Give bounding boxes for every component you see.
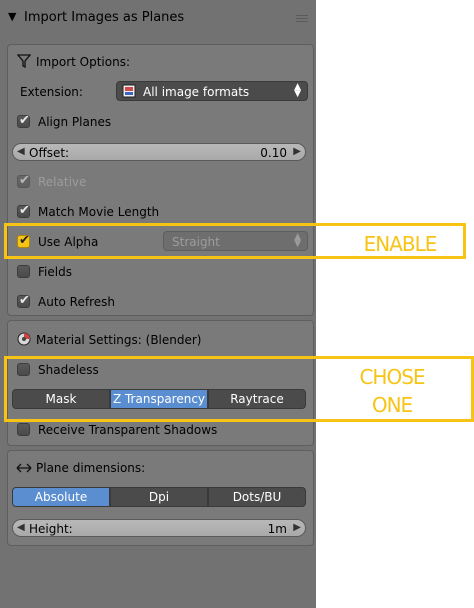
extension-select[interactable]: All image formats ▲ ▼ xyxy=(116,81,308,101)
checkmark-icon: ✔ xyxy=(19,173,30,188)
relative-checkbox[interactable]: ✔ xyxy=(17,173,30,188)
decrement-arrow-icon[interactable]: ◀ xyxy=(17,146,25,157)
panel-header[interactable]: ▼ Import Images as Planes xyxy=(0,6,316,34)
dimension-absolute-button[interactable]: Absolute xyxy=(12,487,110,507)
double-arrow-icon xyxy=(16,462,32,477)
import-images-panel: ▼ Import Images as Planes Import Options… xyxy=(0,0,316,608)
extension-value: All image formats xyxy=(143,85,250,99)
collapse-triangle-icon[interactable]: ▼ xyxy=(8,10,16,23)
receive-shadows-checkbox[interactable] xyxy=(17,423,30,436)
chose-annotation-line2: ONE xyxy=(371,393,413,417)
match-movie-length-label: Match Movie Length xyxy=(38,205,160,219)
filter-funnel-icon xyxy=(16,54,32,71)
decrement-arrow-icon[interactable]: ◀ xyxy=(17,522,25,533)
offset-field[interactable]: ◀ Offset: 0.10 ▶ xyxy=(12,143,306,161)
drag-grip-icon[interactable] xyxy=(296,14,308,22)
auto-refresh-checkbox[interactable]: ✔ xyxy=(17,293,30,308)
enable-annotation: ENABLE xyxy=(363,232,438,256)
dimension-dotsbu-button[interactable]: Dots/BU xyxy=(208,487,306,507)
plane-dimensions-box: Plane dimensions: Absolute Dpi Dots/BU ◀… xyxy=(7,450,314,546)
chose-annotation-line1: CHOSE xyxy=(359,365,425,389)
height-field[interactable]: ◀ Height: 1m ▶ xyxy=(12,519,306,537)
align-planes-checkbox[interactable]: ✔ xyxy=(17,113,30,128)
auto-refresh-label: Auto Refresh xyxy=(38,295,115,309)
dimension-dpi-button[interactable]: Dpi xyxy=(110,487,208,507)
increment-arrow-icon[interactable]: ▶ xyxy=(293,146,301,157)
image-file-icon xyxy=(122,84,136,101)
material-settings-title: Material Settings: (Blender) xyxy=(36,333,202,347)
import-options-title: Import Options: xyxy=(36,55,130,69)
extension-label: Extension: xyxy=(20,85,83,99)
select-arrows-icon: ▲ ▼ xyxy=(294,82,301,99)
import-options-box: Import Options: Extension: All image for… xyxy=(7,44,314,316)
offset-label: Offset: xyxy=(29,146,70,160)
relative-label: Relative xyxy=(38,175,87,189)
fields-label: Fields xyxy=(38,265,72,279)
height-value: 1m xyxy=(267,522,287,536)
receive-shadows-label: Receive Transparent Shadows xyxy=(38,423,218,437)
fields-checkbox[interactable] xyxy=(17,265,30,278)
panel-title: Import Images as Planes xyxy=(24,10,185,25)
increment-arrow-icon[interactable]: ▶ xyxy=(293,522,301,533)
match-movie-length-checkbox[interactable]: ✔ xyxy=(17,203,30,218)
align-planes-label: Align Planes xyxy=(38,115,112,129)
checkmark-icon: ✔ xyxy=(19,203,30,218)
plane-dimensions-title: Plane dimensions: xyxy=(36,461,146,475)
offset-value: 0.10 xyxy=(260,146,287,160)
material-sphere-icon xyxy=(17,332,31,349)
checkmark-icon: ✔ xyxy=(19,293,30,308)
checkmark-icon: ✔ xyxy=(19,113,30,128)
height-label: Height: xyxy=(29,522,73,536)
